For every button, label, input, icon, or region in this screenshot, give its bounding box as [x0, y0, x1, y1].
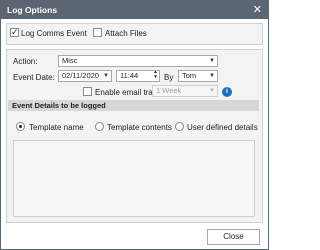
template-contents-label: Template contents	[107, 123, 172, 132]
email-tracking-checkbox[interactable]	[83, 87, 92, 96]
action-value: Misc	[62, 56, 78, 65]
attach-files-label: Attach Files	[105, 29, 147, 38]
close-icon[interactable]: ✕	[253, 3, 262, 17]
event-details-heading: Event Details to be logged	[8, 100, 259, 111]
log-options-dialog: Log Options ✕ ✓ Log Comms Event Attach F…	[0, 0, 269, 250]
user-defined-details-radio[interactable]	[175, 122, 184, 131]
close-button[interactable]: Close	[207, 229, 260, 245]
event-time-input[interactable]: 11:44 ▲ ▼	[116, 70, 160, 82]
template-name-radio[interactable]	[16, 122, 25, 131]
event-date-value: 02/11/2020	[62, 71, 99, 80]
log-comms-event-checkbox[interactable]: ✓	[10, 28, 19, 37]
event-date-label: Event Date:	[13, 73, 55, 82]
event-details-textbox[interactable]	[13, 140, 255, 217]
user-defined-details-label: User defined details	[187, 123, 258, 132]
email-tracking-period-dropdown[interactable]: 1 Week ▼	[152, 85, 218, 97]
by-label: By	[164, 73, 174, 82]
log-comms-event-label: Log Comms Event	[21, 29, 87, 38]
by-user-value: Tom	[182, 71, 197, 80]
dialog-title: Log Options	[7, 5, 58, 15]
event-time-value: 11:44	[120, 71, 139, 80]
email-tracking-period-value: 1 Week	[156, 86, 182, 95]
radio-selected-dot	[19, 125, 22, 128]
by-user-dropdown[interactable]: Tom ▼	[178, 70, 218, 82]
chevron-down-icon: ▼	[209, 58, 215, 64]
event-date-picker[interactable]: 02/11/2020 ▼	[58, 70, 112, 82]
template-name-label: Template name	[29, 123, 84, 132]
title-bar: Log Options ✕	[1, 1, 268, 19]
spin-down-icon[interactable]: ▼	[153, 74, 158, 80]
action-dropdown[interactable]: Misc ▼	[58, 55, 218, 67]
template-contents-radio[interactable]	[95, 122, 104, 131]
spinner-icon[interactable]: ▲ ▼	[153, 71, 158, 80]
action-label: Action:	[13, 57, 38, 66]
chevron-down-icon: ▼	[209, 88, 215, 94]
attach-files-checkbox[interactable]	[93, 28, 102, 37]
chevron-down-icon: ▼	[209, 73, 215, 79]
info-icon[interactable]: i	[222, 87, 232, 97]
chevron-down-icon: ▼	[103, 73, 109, 79]
